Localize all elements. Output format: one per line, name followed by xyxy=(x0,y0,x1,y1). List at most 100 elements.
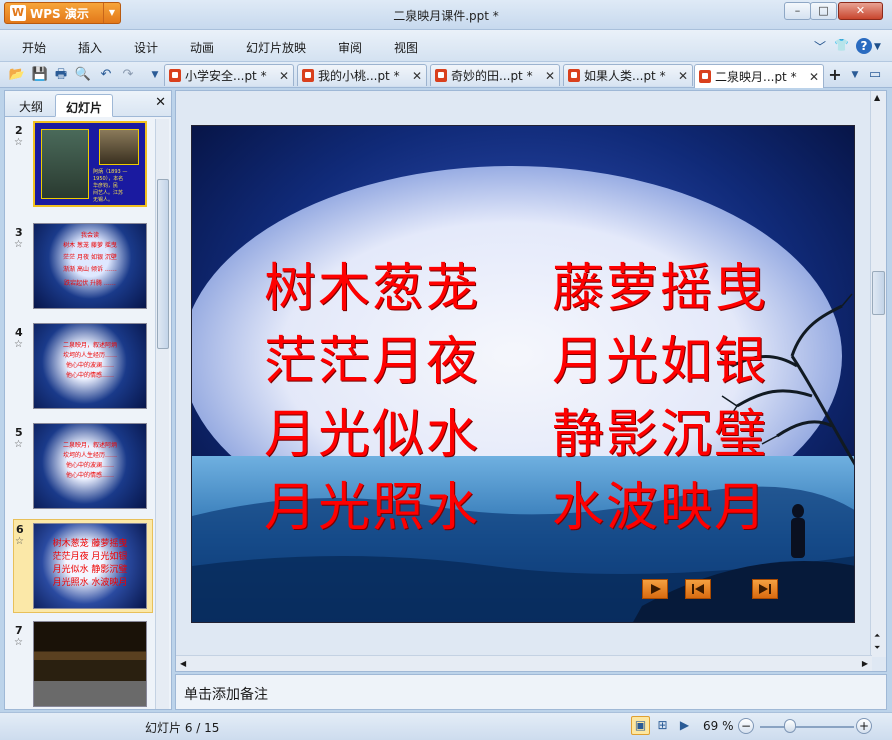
doc-tab-active[interactable]: 二泉映月...pt * ✕ xyxy=(694,64,824,88)
notes-placeholder: 单击添加备注 xyxy=(184,687,268,703)
menu-animation[interactable]: 动画 xyxy=(190,39,214,56)
tab-list-icon[interactable]: ▼ xyxy=(846,66,864,84)
zoom-out-button[interactable]: − xyxy=(738,718,754,734)
thumb-text-line: 1950），本名 xyxy=(93,176,124,182)
panel-scrollbar[interactable] xyxy=(155,119,169,709)
ppt-file-icon xyxy=(435,69,447,82)
slide-thumbnail-7[interactable]: 7 ☆ xyxy=(13,621,153,713)
thumb-text-line: 二泉映月，叙述阿炳 xyxy=(62,442,117,449)
print-icon[interactable]: 🖶 xyxy=(52,66,70,84)
slideshow-icon[interactable]: ▶ xyxy=(675,716,694,735)
help-icon[interactable]: ? xyxy=(856,38,872,54)
window-layout-icon[interactable]: ▭ xyxy=(866,66,884,84)
slide-thumb-image: 树木葱茏 藤萝摇曳 茫茫月夜 月光如银 月光似水 静影沉璧 月光照水 水波映月 xyxy=(33,523,147,609)
first-icon[interactable] xyxy=(685,579,711,599)
editor-vertical-scrollbar[interactable]: ▲ ⏶ ⏷ xyxy=(870,91,886,657)
previous-slide-icon[interactable]: ⏶ xyxy=(874,631,880,641)
zoom-in-button[interactable]: + xyxy=(856,718,872,734)
minimize-button[interactable]: – xyxy=(784,2,811,20)
menu-review[interactable]: 审阅 xyxy=(338,39,362,56)
normal-view-icon[interactable]: ▣ xyxy=(631,716,650,735)
redo-icon[interactable]: ↷ xyxy=(119,66,137,84)
thumb-text-line: 我会读 xyxy=(80,232,99,239)
save-icon[interactable]: 💾 xyxy=(31,66,49,84)
doc-tab[interactable]: 小学安全...pt * ✕ xyxy=(164,64,294,86)
ppt-file-icon xyxy=(302,69,314,82)
close-window-button[interactable]: ✕ xyxy=(838,2,883,20)
thumb-text-line: 他心中的情感…… xyxy=(65,472,114,479)
star-icon: ☆ xyxy=(14,239,23,250)
scroll-left-icon[interactable]: ◀ xyxy=(180,659,186,668)
zoom-slider[interactable] xyxy=(760,726,854,728)
scrollbar-thumb[interactable] xyxy=(872,271,885,315)
thumb-text-line: 他心中的波澜…… xyxy=(65,462,114,469)
menu-slideshow[interactable]: 幻灯片放映 xyxy=(246,39,306,56)
doc-tab[interactable]: 如果人类...pt * ✕ xyxy=(563,64,693,86)
slide-number: 2 xyxy=(15,124,23,137)
menu-home[interactable]: 开始 xyxy=(22,39,46,56)
doc-tab[interactable]: 我的小桃...pt * ✕ xyxy=(297,64,427,86)
thumb-text-line: 坎坷的人生经历…… xyxy=(62,452,117,459)
title-bar: W WPS 演示 ▼ 二泉映月课件.ppt * – □ ✕ xyxy=(0,0,892,30)
menu-design[interactable]: 设计 xyxy=(134,39,158,56)
last-icon[interactable] xyxy=(752,579,778,599)
slide-thumb-image: 二泉映月，叙述阿炳 坎坷的人生经历…… 他心中的波澜…… 他心中的情感…… xyxy=(33,323,147,409)
thumb-text-line: 跌宕起伏 升腾 …… xyxy=(64,280,116,287)
doc-tab-label: 小学安全...pt * xyxy=(185,69,267,83)
scrollbar-thumb[interactable] xyxy=(157,179,169,349)
tab-slides[interactable]: 幻灯片 xyxy=(55,94,114,117)
thumb-text-line: 坎坷的人生经历…… xyxy=(62,352,117,359)
play-icon[interactable] xyxy=(642,579,668,599)
doc-tab-label: 如果人类...pt * xyxy=(584,69,666,83)
tab-outline[interactable]: 大纲 xyxy=(9,94,53,117)
document-tab-strip: 📂 💾 🖶 🔍 ↶ ↷ ▼ 小学安全...pt * ✕ 我的小桃...pt * … xyxy=(0,62,892,88)
status-bar: 幻灯片 6 / 15 ▣ ⊞ ▶ 69 % − + xyxy=(0,712,892,740)
doc-tab[interactable]: 奇妙的田...pt * ✕ xyxy=(430,64,560,86)
slide-thumbnail-4[interactable]: 4 ☆ 二泉映月，叙述阿炳 坎坷的人生经历…… 他心中的波澜…… 他心中的情感…… xyxy=(13,323,153,415)
poem-line-4b: 水波映月 xyxy=(552,478,769,538)
open-icon[interactable]: 📂 xyxy=(8,66,26,84)
undo-icon[interactable]: ↶ xyxy=(97,66,115,84)
editor-horizontal-scrollbar[interactable]: ◀ ▶ xyxy=(176,655,872,671)
menu-view[interactable]: 视图 xyxy=(394,39,418,56)
maximize-button[interactable]: □ xyxy=(810,2,837,20)
slide-editor: 树木葱茏 藤萝摇曳 茫茫月夜 月光如银 月光似水 静影沉璧 月光照水 水波映月 … xyxy=(175,90,887,672)
close-tab-icon[interactable]: ✕ xyxy=(277,69,291,83)
slide-thumbnail-6[interactable]: 6 ☆ 树木葱茏 藤萝摇曳 茫茫月夜 月光如银 月光似水 静影沉璧 月光照水 水… xyxy=(13,519,153,613)
current-slide[interactable]: 树木葱茏 藤萝摇曳 茫茫月夜 月光如银 月光似水 静影沉璧 月光照水 水波映月 xyxy=(191,125,855,623)
menu-insert[interactable]: 插入 xyxy=(78,39,102,56)
ppt-file-icon xyxy=(169,69,181,82)
scroll-right-icon[interactable]: ▶ xyxy=(862,659,868,668)
next-slide-icon[interactable]: ⏷ xyxy=(874,643,880,653)
close-tab-icon[interactable]: ✕ xyxy=(410,69,424,83)
zoom-slider-handle[interactable] xyxy=(784,719,796,733)
star-icon: ☆ xyxy=(14,339,23,350)
slide-sorter-icon[interactable]: ⊞ xyxy=(653,716,672,735)
thumb-text-line: 他心中的波澜…… xyxy=(65,362,114,369)
poem-line-2b: 月光如银 xyxy=(552,332,769,392)
print-preview-icon[interactable]: 🔍 xyxy=(74,66,92,84)
panel-tabs: 大纲 幻灯片 ✕ xyxy=(5,91,171,117)
poem-line-1b: 藤萝摇曳 xyxy=(552,259,769,319)
slide-number: 4 xyxy=(15,326,23,339)
close-tab-icon[interactable]: ✕ xyxy=(676,69,690,83)
slide-thumbnail-2[interactable]: 2 ☆ 阿炳（1893 — 1950），本名 华彦钧，民 间艺人。江苏 无锡人。 xyxy=(13,121,153,213)
chevron-down-icon[interactable]: ﹀ xyxy=(814,38,826,55)
customize-icon[interactable]: ▼ xyxy=(146,66,164,84)
new-tab-button[interactable]: + xyxy=(826,66,844,84)
poem-line-1a: 树木葱茏 xyxy=(264,259,481,319)
chevron-down-icon[interactable]: ▼ xyxy=(874,42,881,52)
slide-thumbnail-5[interactable]: 5 ☆ 二泉映月，叙述阿炳 坎坷的人生经历…… 他心中的波澜…… 他心中的情感…… xyxy=(13,423,153,515)
window-title: 二泉映月课件.ppt * xyxy=(393,9,499,23)
thumb-text-line: 二泉映月，叙述阿炳 xyxy=(62,342,117,349)
slide-thumbnail-3[interactable]: 3 ☆ 我会读 树木 葱茏 藤萝 摇曳 茫茫 月夜 如银 沉壁 渐渐 高山 倾诉… xyxy=(13,223,153,315)
thumb-text-line: 月光照水 水波映月 xyxy=(52,578,128,588)
notes-pane[interactable]: 单击添加备注 xyxy=(175,674,887,710)
shirt-icon[interactable]: 👕 xyxy=(834,38,849,52)
slide-thumb-image: 阿炳（1893 — 1950），本名 华彦钧，民 间艺人。江苏 无锡人。 xyxy=(33,121,147,207)
star-icon: ☆ xyxy=(14,439,23,450)
close-panel-icon[interactable]: ✕ xyxy=(155,95,166,110)
scroll-up-icon[interactable]: ▲ xyxy=(874,93,880,102)
close-tab-icon[interactable]: ✕ xyxy=(543,69,557,83)
close-tab-icon[interactable]: ✕ xyxy=(807,70,821,84)
